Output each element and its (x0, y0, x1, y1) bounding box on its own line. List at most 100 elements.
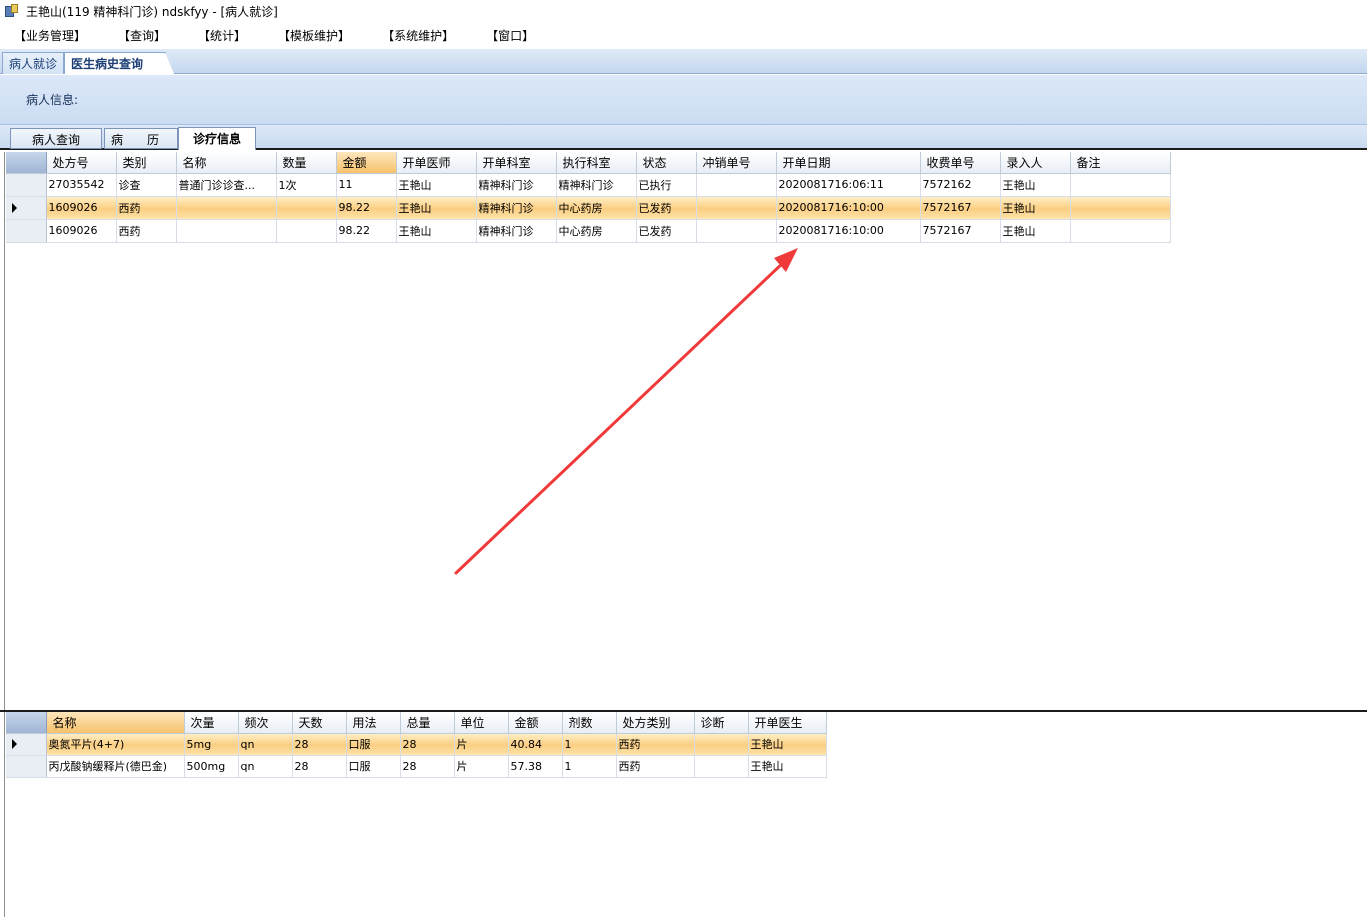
col-header[interactable]: 开单医师 (396, 152, 477, 174)
cell: 西药 (116, 196, 177, 220)
row-header-corner[interactable] (6, 712, 47, 734)
col-header[interactable]: 总量 (400, 712, 455, 734)
cell: 已发药 (636, 196, 697, 220)
cell: 28 (400, 733, 455, 756)
annotation-arrow-shaft (454, 258, 788, 575)
col-header[interactable]: 备注 (1070, 152, 1171, 174)
cell (694, 733, 749, 756)
document-tab-bar: 病人就诊 医生病史查询 (0, 49, 1367, 74)
col-header-sorted[interactable]: 金额 (336, 152, 397, 174)
cell: 28 (292, 733, 347, 756)
cell: 普通门诊诊查... (176, 173, 277, 197)
cell (176, 196, 277, 220)
menu-window[interactable]: 【窗口】 (486, 27, 534, 44)
cell (276, 219, 337, 243)
orders-grid[interactable]: 处方号 类别 名称 数量 金额 开单医师 开单科室 执行科室 状态 冲销单号 开… (6, 152, 1171, 243)
cell: 口服 (346, 733, 401, 756)
app-icon (4, 3, 20, 19)
col-header[interactable]: 用法 (346, 712, 401, 734)
row-header-corner[interactable] (6, 152, 47, 174)
cell: 精神科门诊 (476, 219, 557, 243)
col-header[interactable]: 状态 (636, 152, 697, 174)
table-row[interactable]: 27035542 诊查 普通门诊诊查... 1次 11 王艳山 精神科门诊 精神… (6, 173, 1171, 197)
cell: 500mg (184, 755, 239, 778)
cell (696, 196, 777, 220)
col-header[interactable]: 执行科室 (556, 152, 637, 174)
cell: 片 (454, 733, 509, 756)
col-header[interactable]: 开单医生 (748, 712, 827, 734)
window-title: 王艳山(119 精神科门诊) ndskfyy - [病人就诊] (26, 4, 278, 19)
menu-template[interactable]: 【模板维护】 (278, 27, 350, 44)
col-header[interactable]: 天数 (292, 712, 347, 734)
cell (276, 196, 337, 220)
table-row[interactable]: 丙戊酸钠缓释片(德巴金) 500mg qn 28 口服 28 片 57.38 1… (6, 755, 827, 778)
row-header[interactable] (6, 173, 47, 197)
tab-treatment-info[interactable]: 诊疗信息 (178, 127, 256, 150)
col-header[interactable]: 频次 (238, 712, 293, 734)
col-header[interactable]: 诊断 (694, 712, 749, 734)
cell: 精神科门诊 (556, 173, 637, 197)
col-header[interactable]: 次量 (184, 712, 239, 734)
cell (696, 173, 777, 197)
col-header[interactable]: 类别 (116, 152, 177, 174)
cell: 片 (454, 755, 509, 778)
prescription-detail-grid[interactable]: 名称 次量 频次 天数 用法 总量 单位 金额 剂数 处方类别 诊断 开单医生 … (6, 712, 827, 778)
menu-statistics[interactable]: 【统计】 (198, 27, 246, 44)
cell: 7572167 (920, 219, 1001, 243)
menu-business[interactable]: 【业务管理】 (14, 27, 86, 44)
cell (1070, 196, 1171, 220)
cell: 1 (562, 733, 617, 756)
tab-patient-visit[interactable]: 病人就诊 (2, 52, 65, 74)
cell: 2020081716:10:00 (776, 196, 921, 220)
row-header[interactable] (6, 219, 47, 243)
menu-query[interactable]: 【查询】 (118, 27, 166, 44)
col-header[interactable]: 开单科室 (476, 152, 557, 174)
table-row-selected[interactable]: 1609026 西药 98.22 王艳山 精神科门诊 中心药房 已发药 2020… (6, 196, 1171, 220)
cell: 已执行 (636, 173, 697, 197)
cell: 西药 (616, 733, 695, 756)
cell: 2020081716:06:11 (776, 173, 921, 197)
col-header[interactable]: 单位 (454, 712, 509, 734)
menu-system[interactable]: 【系统维护】 (382, 27, 454, 44)
cell: 王艳山 (396, 196, 477, 220)
col-header[interactable]: 数量 (276, 152, 337, 174)
cell: 西药 (116, 219, 177, 243)
col-header[interactable]: 开单日期 (776, 152, 921, 174)
cell: 28 (292, 755, 347, 778)
col-header[interactable]: 金额 (508, 712, 563, 734)
row-header[interactable] (6, 196, 47, 220)
frame-border (4, 152, 5, 917)
col-header-sorted[interactable]: 名称 (46, 712, 185, 734)
menu-bar: 【业务管理】 【查询】 【统计】 【模板维护】 【系统维护】 【窗口】 (0, 24, 1367, 46)
cell: 西药 (616, 755, 695, 778)
cell: 精神科门诊 (476, 196, 557, 220)
col-header[interactable]: 处方类别 (616, 712, 695, 734)
cell: 1 (562, 755, 617, 778)
cell: 1609026 (46, 219, 117, 243)
tab-history-query[interactable]: 医生病史查询 (64, 52, 175, 74)
col-header[interactable]: 名称 (176, 152, 277, 174)
tab-medical-record[interactable]: 病 历 (104, 128, 178, 149)
cell: qn (238, 755, 293, 778)
table-row[interactable]: 1609026 西药 98.22 王艳山 精神科门诊 中心药房 已发药 2020… (6, 219, 1171, 243)
cell (1070, 173, 1171, 197)
cell: qn (238, 733, 293, 756)
cell: 已发药 (636, 219, 697, 243)
cell: 王艳山 (396, 173, 477, 197)
cell: 7572167 (920, 196, 1001, 220)
cell: 王艳山 (1000, 219, 1071, 243)
cell: 奥氮平片(4+7) (46, 733, 185, 756)
col-header[interactable]: 处方号 (46, 152, 117, 174)
col-header[interactable]: 剂数 (562, 712, 617, 734)
row-header[interactable] (6, 755, 47, 778)
cell: 中心药房 (556, 196, 637, 220)
cell: 28 (400, 755, 455, 778)
table-row-selected[interactable]: 奥氮平片(4+7) 5mg qn 28 口服 28 片 40.84 1 西药 王… (6, 733, 827, 756)
tab-patient-query[interactable]: 病人查询 (10, 128, 102, 149)
col-header[interactable]: 冲销单号 (696, 152, 777, 174)
col-header[interactable]: 录入人 (1000, 152, 1071, 174)
col-header[interactable]: 收费单号 (920, 152, 1001, 174)
title-bar: 王艳山(119 精神科门诊) ndskfyy - [病人就诊] (0, 0, 1367, 22)
cell: 5mg (184, 733, 239, 756)
row-header[interactable] (6, 733, 47, 756)
